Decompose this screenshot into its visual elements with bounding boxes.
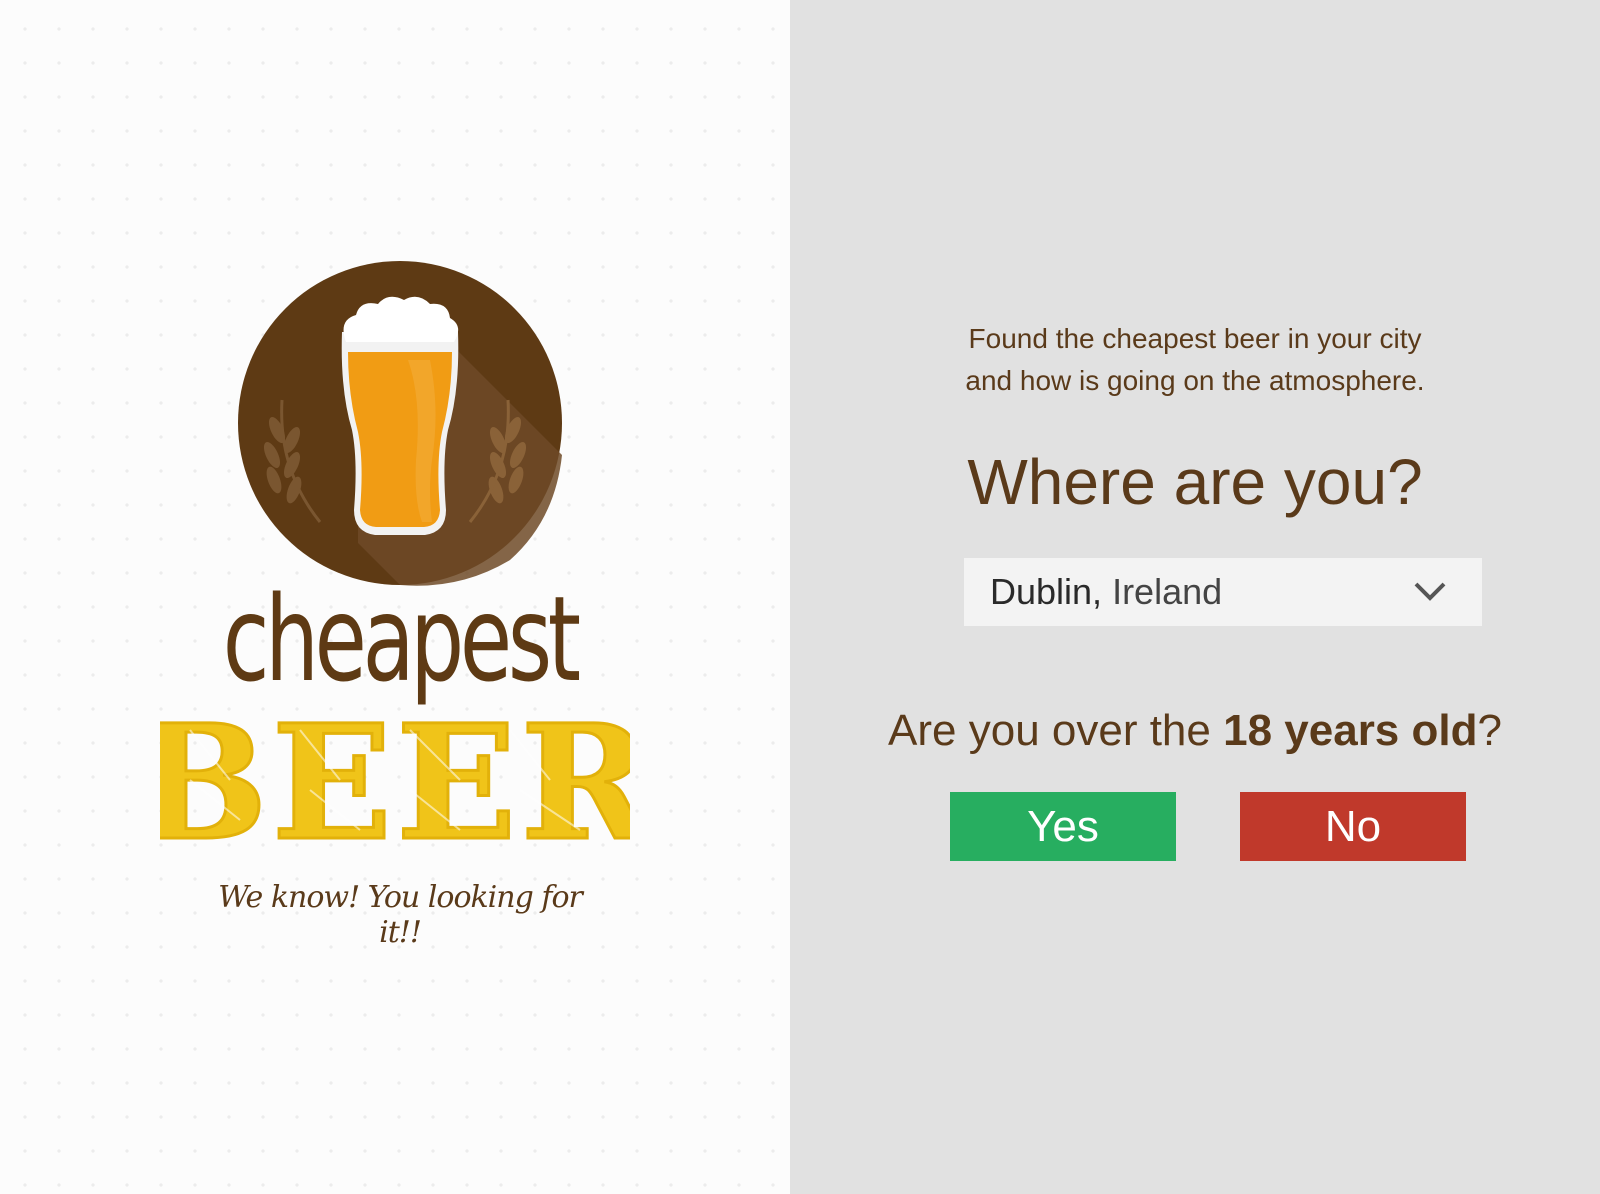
age-question-suffix: ? [1477, 706, 1502, 755]
intro-text: Found the cheapest beer in your city and… [960, 318, 1430, 402]
chevron-down-icon[interactable] [1412, 578, 1448, 606]
intro-line-1: Found the cheapest beer in your city [968, 323, 1422, 354]
logo-word-beer: BEER [160, 691, 630, 876]
age-question-prefix: Are you over the [888, 706, 1224, 755]
brand-panel: cheapest BEER We know! You looking for i… [0, 0, 790, 1194]
location-country: Ireland [1112, 571, 1223, 612]
age-gate-panel: Found the cheapest beer in your city and… [790, 0, 1600, 1194]
logo: cheapest BEER [160, 261, 630, 878]
location-city: Dublin, [990, 571, 1103, 612]
age-question: Are you over the 18 years old? [870, 706, 1520, 756]
beer-glass-icon [341, 296, 459, 535]
location-select[interactable]: Dublin, Ireland [964, 558, 1482, 626]
no-button[interactable]: No [1240, 792, 1466, 861]
logo-word-cheapest: cheapest [223, 572, 579, 709]
age-gate-page: cheapest BEER We know! You looking for i… [0, 0, 1600, 1194]
location-question: Where are you? [967, 446, 1423, 518]
intro-line-2: and how is going on the atmosphere. [965, 365, 1425, 396]
logo-tagline: We know! You looking for it!! [218, 880, 583, 950]
age-question-emphasis: 18 years old [1223, 706, 1478, 755]
yes-button[interactable]: Yes [950, 792, 1176, 861]
